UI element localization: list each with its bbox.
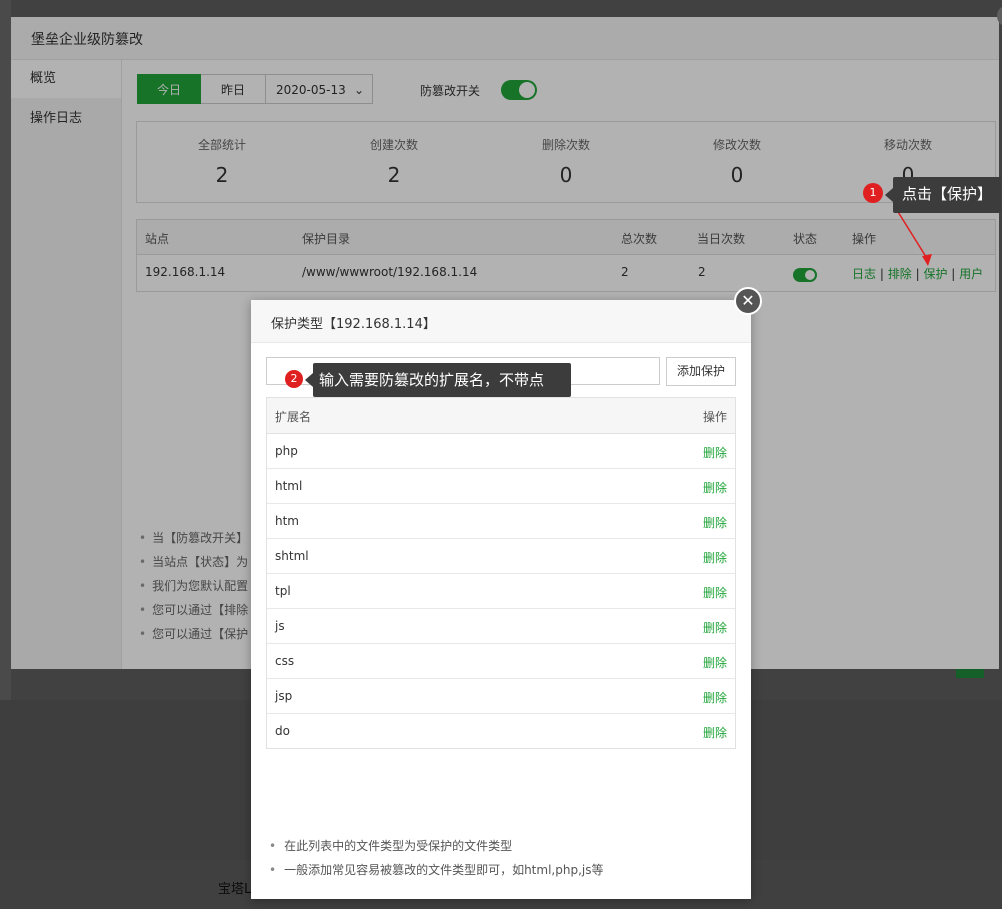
table-row: htm 删除 [267,504,735,539]
ext-name: tpl [275,584,291,598]
table-row: jsp 删除 [267,679,735,714]
ext-name: htm [275,514,299,528]
delete-link[interactable]: 删除 [703,514,727,531]
table-row: tpl 删除 [267,574,735,609]
table-row: css 删除 [267,644,735,679]
ext-name: shtml [275,549,309,563]
delete-link[interactable]: 删除 [703,689,727,706]
dialog-tip: 一般添加常见容易被篡改的文件类型即可，如html,php,js等 [269,861,603,878]
table-row: php 删除 [267,434,735,469]
header-ext: 扩展名 [275,410,312,424]
delete-link[interactable]: 删除 [703,584,727,601]
ext-name: html [275,479,303,493]
ext-name: do [275,724,290,738]
ext-name: js [275,619,285,633]
ext-name: jsp [275,689,293,703]
ext-name: php [275,444,298,458]
delete-link[interactable]: 删除 [703,724,727,741]
delete-link[interactable]: 删除 [703,444,727,461]
step-badge-2: 2 [285,370,303,388]
dialog-tip: 在此列表中的文件类型为受保护的文件类型 [269,837,512,854]
delete-link[interactable]: 删除 [703,549,727,566]
header-op: 操作 [702,410,727,424]
table-row: html 删除 [267,469,735,504]
annotation-callout-step2: 输入需要防篡改的扩展名，不带点 [313,363,571,397]
table-row: shtml 删除 [267,539,735,574]
extension-table: 扩展名 操作 php 删除 html 删除 htm 删除 shtml 删除 tpl 删除 … [266,397,736,749]
delete-link[interactable]: 删除 [703,479,727,496]
table-header: 扩展名 操作 [267,398,735,434]
table-row: do 删除 [267,714,735,748]
add-protect-button[interactable]: 添加保护 [666,357,736,386]
callout-pointer [885,188,893,202]
close-icon[interactable]: ✕ [734,287,762,315]
ext-name: css [275,654,295,668]
annotation-callout-step1: 点击【保护】 [893,177,1001,213]
callout-pointer [305,373,313,387]
table-row: js 删除 [267,609,735,644]
step-badge-1: 1 [863,183,883,203]
delete-link[interactable]: 删除 [703,654,727,671]
dialog-title: 保护类型【192.168.1.14】 [271,317,436,332]
dialog-header: 保护类型【192.168.1.14】 [251,300,751,343]
delete-link[interactable]: 删除 [703,619,727,636]
